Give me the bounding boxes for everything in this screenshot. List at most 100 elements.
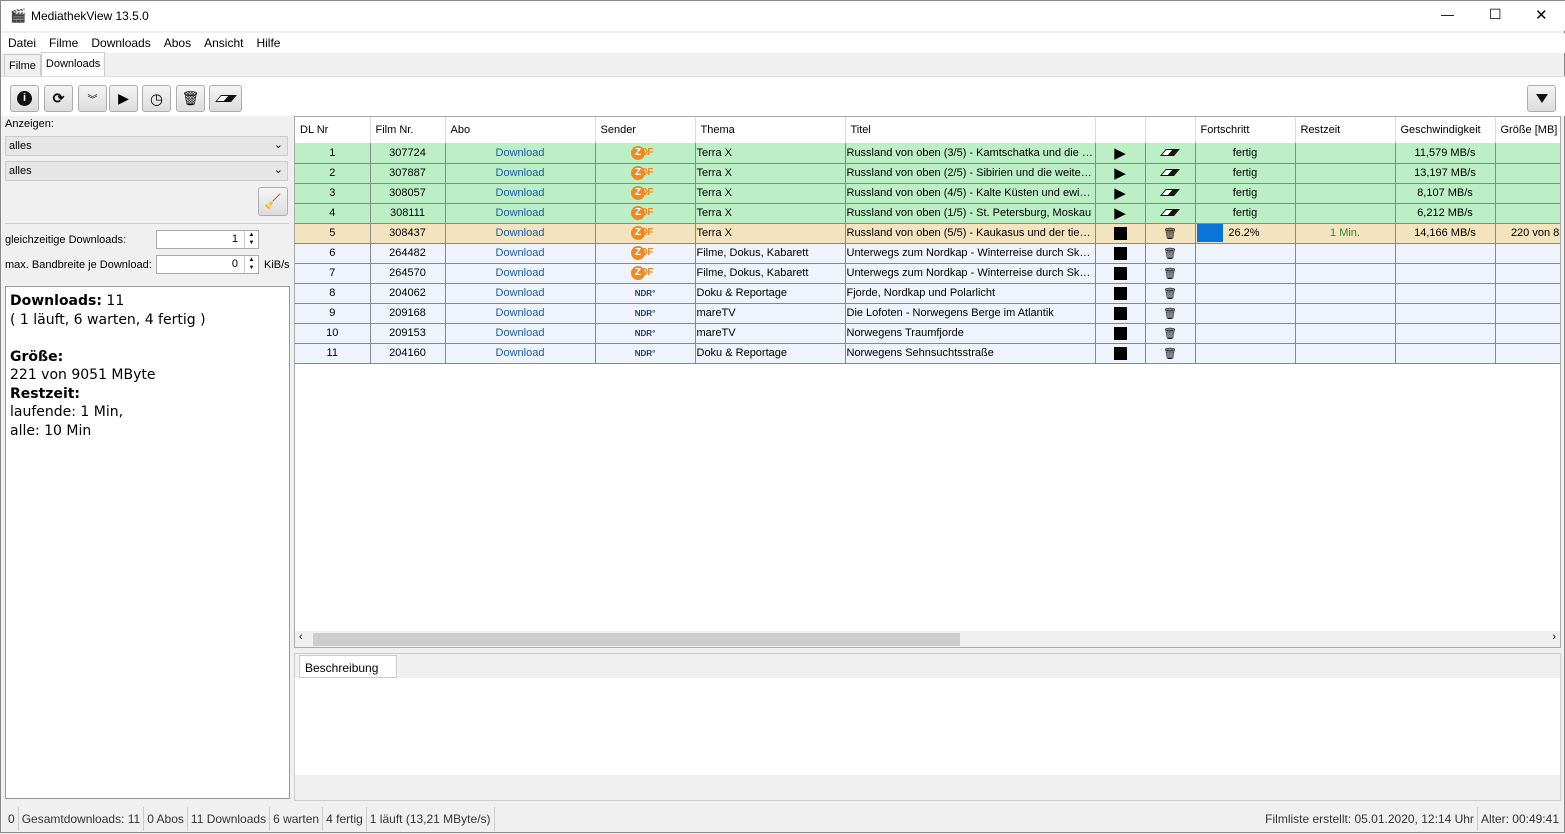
abo-link[interactable]: Download bbox=[445, 263, 596, 284]
delete-button[interactable]: 🗑 bbox=[1145, 323, 1196, 344]
menu-datei[interactable]: Datei bbox=[1, 33, 42, 53]
status-item: 0 Abos bbox=[144, 807, 188, 831]
delete-button[interactable]: 🗑 bbox=[1145, 343, 1196, 364]
table-row[interactable]: 7 264570 Download ZDF Filme, Dokus, Kabarett… bbox=[295, 263, 1560, 284]
spinner-arrows[interactable]: ▲ ▼ bbox=[244, 256, 258, 273]
table-row[interactable]: 3 308057 Download ZDF Terra X Russland von ob… bbox=[295, 183, 1560, 204]
column-header-fortschritt[interactable]: Fortschritt bbox=[1195, 117, 1296, 143]
delete-button[interactable]: 🗑 bbox=[176, 85, 205, 112]
cell-titel: Unterwegs zum Nordkap - Winterreise durc… bbox=[845, 243, 1096, 264]
menu-abos[interactable]: Abos bbox=[157, 33, 197, 53]
spinner-arrows[interactable]: ▲ ▼ bbox=[244, 231, 258, 248]
close-button[interactable]: ✕ bbox=[1535, 6, 1548, 24]
column-header-action[interactable] bbox=[1095, 117, 1146, 143]
start-button[interactable]: ▶ bbox=[109, 85, 138, 112]
tab-beschreibung[interactable]: Beschreibung ✕ bbox=[299, 655, 397, 689]
column-header-dl-nr[interactable]: DL Nr bbox=[295, 117, 371, 143]
cell-restzeit bbox=[1295, 323, 1396, 344]
table-row[interactable]: 2 307887 Download ZDF Terra X Russland von ob… bbox=[295, 163, 1560, 184]
column-header-geschwindigkeit[interactable]: Geschwindigkeit bbox=[1395, 117, 1496, 143]
stop-button[interactable] bbox=[1095, 243, 1146, 264]
table-row[interactable]: 4 308111 Download ZDF Terra X Russland von ob… bbox=[295, 203, 1560, 224]
abo-link[interactable]: Download bbox=[445, 143, 596, 164]
delete-button[interactable]: 🗑 bbox=[1145, 263, 1196, 284]
play-button[interactable]: ▶ bbox=[1095, 203, 1146, 224]
stop-button[interactable] bbox=[1095, 223, 1146, 244]
abo-link[interactable]: Download bbox=[445, 283, 596, 304]
table-row[interactable]: 10 209153 Download NDR° mareTV Norwegens Trau… bbox=[295, 323, 1560, 344]
column-header-titel[interactable]: Titel bbox=[845, 117, 1096, 143]
refresh-button[interactable]: ⟳ bbox=[44, 85, 73, 112]
column-header-abo[interactable]: Abo bbox=[445, 117, 596, 143]
filter-combo-2[interactable]: alles ⌄ bbox=[5, 161, 288, 181]
filter-combo-1[interactable]: alles ⌄ bbox=[5, 136, 288, 156]
delete-button[interactable]: 🗑 bbox=[1145, 223, 1196, 244]
info-button[interactable]: i bbox=[10, 85, 39, 112]
table-row[interactable]: 8 204062 Download NDR° Doku & Reportage Fjord… bbox=[295, 283, 1560, 304]
column-header-groesse[interactable]: Größe [MB] bbox=[1495, 117, 1560, 143]
table-row[interactable]: 1 307724 Download ZDF Terra X Russland von ob… bbox=[295, 143, 1560, 164]
scroll-left-icon[interactable]: ‹ bbox=[299, 631, 303, 643]
stop-button[interactable] bbox=[1095, 343, 1146, 364]
play-button[interactable]: ▶ bbox=[1095, 143, 1146, 164]
abo-link[interactable]: Download bbox=[445, 203, 596, 224]
expand-button[interactable]: ︾ bbox=[78, 85, 107, 112]
scrollbar-thumb[interactable] bbox=[313, 633, 960, 646]
table-row[interactable]: 6 264482 Download ZDF Filme, Dokus, Kabarett… bbox=[295, 243, 1560, 264]
abo-link[interactable]: Download bbox=[445, 183, 596, 204]
cell-titel: Russland von oben (4/5) - Kalte Küsten u… bbox=[845, 183, 1096, 204]
cell-geschwindigkeit: 8,107 MB/s bbox=[1395, 183, 1496, 204]
scroll-right-icon[interactable]: › bbox=[1552, 631, 1556, 643]
delete-button[interactable]: 🗑 bbox=[1145, 283, 1196, 304]
stop-button[interactable] bbox=[1095, 303, 1146, 324]
stop-button[interactable] bbox=[1095, 283, 1146, 304]
gleichzeitige-downloads-spinner[interactable]: 1 ▲ ▼ bbox=[156, 230, 259, 249]
column-header-sender[interactable]: Sender bbox=[595, 117, 696, 143]
restzeit-alle: alle: 10 Min bbox=[10, 422, 92, 439]
minimize-button[interactable]: — bbox=[1441, 7, 1454, 22]
abo-link[interactable]: Download bbox=[445, 223, 596, 244]
cell-nr: 5 bbox=[295, 223, 371, 244]
tab-filme[interactable]: Filme bbox=[4, 54, 41, 76]
stop-icon bbox=[1113, 226, 1127, 240]
menu-hilfe[interactable]: Hilfe bbox=[249, 33, 286, 53]
abo-link[interactable]: Download bbox=[445, 163, 596, 184]
maximize-button[interactable]: ☐ bbox=[1489, 6, 1502, 23]
column-header-thema[interactable]: Thema bbox=[695, 117, 846, 143]
column-header-delete[interactable] bbox=[1145, 117, 1196, 143]
tab-downloads[interactable]: Downloads bbox=[40, 52, 106, 76]
clean-button[interactable] bbox=[209, 85, 242, 112]
column-header-restzeit[interactable]: Restzeit bbox=[1295, 117, 1396, 143]
cell-groesse bbox=[1495, 343, 1560, 364]
delete-button[interactable]: 🗑 bbox=[1145, 243, 1196, 264]
clear-button[interactable] bbox=[1145, 143, 1196, 164]
column-header-film-nr[interactable]: Film Nr. bbox=[370, 117, 446, 143]
play-button[interactable]: ▶ bbox=[1095, 183, 1146, 204]
table-row[interactable]: 5 308437 Download ZDF Terra X Russland von ob… bbox=[295, 223, 1560, 244]
bandbreite-spinner[interactable]: 0 ▲ ▼ bbox=[156, 255, 259, 274]
clear-button[interactable] bbox=[1145, 203, 1196, 224]
menu-ansicht[interactable]: Ansicht bbox=[197, 33, 249, 53]
info-icon: i bbox=[17, 91, 32, 106]
filter-button[interactable] bbox=[1527, 85, 1556, 112]
table-row[interactable]: 11 204160 Download NDR° Doku & Reportage Norw… bbox=[295, 343, 1560, 364]
abo-link[interactable]: Download bbox=[445, 303, 596, 324]
cell-titel: Russland von oben (1/5) - St. Petersburg… bbox=[845, 203, 1096, 224]
menu-filme[interactable]: Filme bbox=[42, 33, 84, 53]
abo-link[interactable]: Download bbox=[445, 323, 596, 344]
clear-button[interactable] bbox=[1145, 163, 1196, 184]
menu-downloads[interactable]: Downloads bbox=[84, 33, 156, 53]
cell-sender: NDR° bbox=[595, 283, 696, 304]
schedule-button[interactable]: ◷ bbox=[142, 85, 171, 112]
abo-link[interactable]: Download bbox=[445, 343, 596, 364]
cell-film-nr: 204062 bbox=[370, 283, 446, 304]
clear-filter-button[interactable]: 🧹 bbox=[258, 187, 288, 216]
clear-button[interactable] bbox=[1145, 183, 1196, 204]
stop-button[interactable] bbox=[1095, 263, 1146, 284]
play-button[interactable]: ▶ bbox=[1095, 163, 1146, 184]
delete-button[interactable]: 🗑 bbox=[1145, 303, 1196, 324]
stop-button[interactable] bbox=[1095, 323, 1146, 344]
zdf-logo: ZDF bbox=[631, 145, 659, 160]
abo-link[interactable]: Download bbox=[445, 243, 596, 264]
table-row[interactable]: 9 209168 Download NDR° mareTV Die Lofoten - N… bbox=[295, 303, 1560, 324]
